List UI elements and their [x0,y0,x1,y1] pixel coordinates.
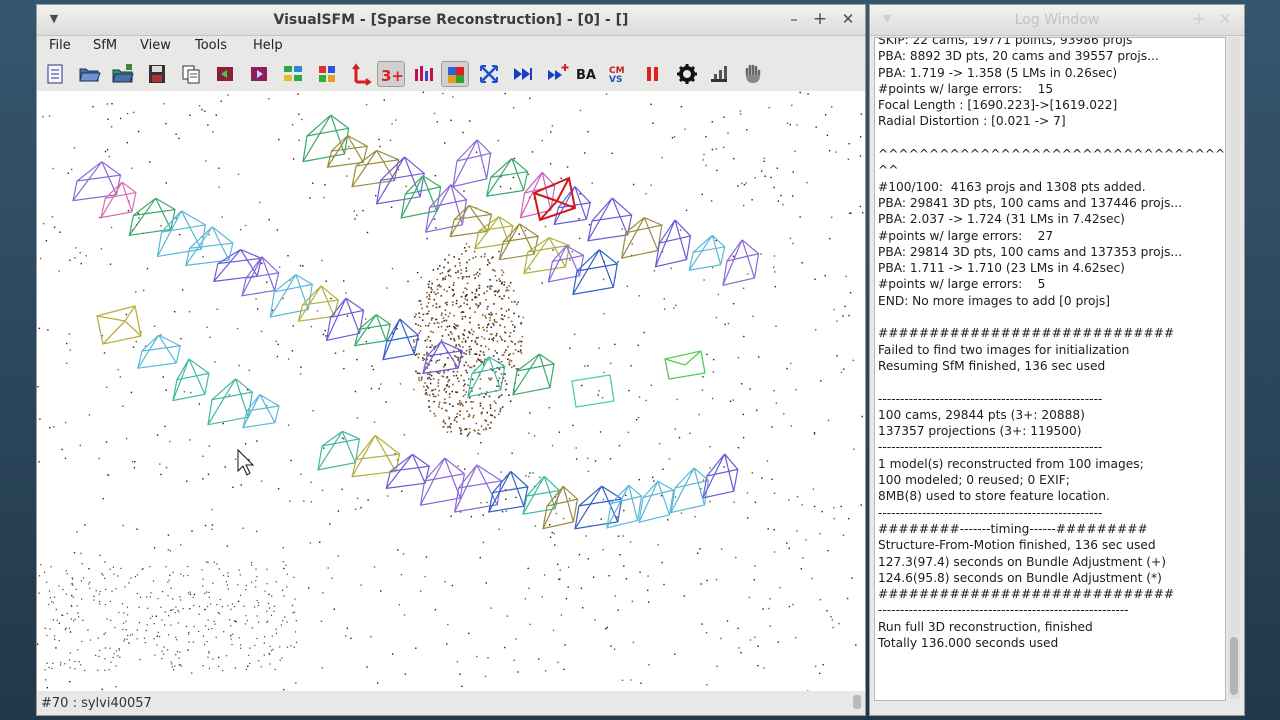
grid-icon[interactable] [314,61,340,87]
menu-help[interactable]: Help [253,38,283,53]
menu-bar: File SfM View Tools Help [37,35,865,59]
maximize-icon[interactable]: + [811,10,829,28]
cube-icon[interactable] [441,61,469,87]
status-grip [853,695,861,709]
log-line: Radial Distortion : [0.021 -> 7] [878,114,1066,129]
open-multi-folder-icon[interactable] [110,61,136,87]
log-line: Resuming SfM finished, 136 sec used [878,358,1106,373]
fast-forward-plus-icon[interactable] [544,61,570,87]
log-line: ----------------------------------------… [878,440,1103,455]
reconstruction-canvas[interactable] [37,91,865,691]
cross-arrows-icon[interactable] [476,61,502,87]
hand-icon[interactable] [740,61,766,87]
log-line: PBA: 1.711 -> 1.710 (23 LMs in 4.62sec) [878,261,1125,276]
log-line: PBA: 2.037 -> 1.724 (31 LMs in 7.42sec) [878,212,1125,227]
match-icon[interactable] [280,61,306,87]
log-line: PBA: 1.719 -> 1.358 (5 LMs in 0.26sec) [878,65,1118,80]
log-line: 137357 projections (3+: 119500) [878,424,1082,439]
log-line: ----------------------------------------… [878,391,1103,406]
log-maximize-icon[interactable]: + [1190,10,1208,28]
three-plus-icon[interactable]: 3+ [377,61,405,87]
log-line: ^^ [878,163,899,178]
log-line: END: No more images to add [0 projs] [878,293,1110,308]
notebook-icon[interactable] [42,61,68,87]
mouse-cursor-icon [237,448,255,476]
log-line: Structure-From-Motion finished, 136 sec … [878,538,1156,553]
log-line: 100 modeled; 0 reused; 0 EXIF; [878,473,1070,488]
open-folder-icon[interactable] [76,61,102,87]
menu-view[interactable]: View [140,38,171,53]
menu-sfm[interactable]: SfM [93,38,117,53]
log-line: #points w/ large errors: 15 [878,81,1054,96]
log-line: #points w/ large errors: 27 [878,228,1054,243]
visualsfm-window: ▼ VisualSFM - [Sparse Reconstruction] - … [36,4,866,716]
next-icon[interactable] [246,61,272,87]
log-scroll-thumb[interactable] [1230,637,1238,695]
log-line: 1 model(s) reconstructed from 100 images… [878,456,1144,471]
log-line: ########-------timing------######### [878,521,1148,536]
pause-icon[interactable] [640,61,666,87]
log-line: Focal Length : [1690.223]->[1619.022] [878,98,1118,113]
point-cloud-view[interactable] [37,91,865,691]
log-line: ----------------------------------------… [878,505,1103,520]
log-line: 8MB(8) used to store feature location. [878,489,1110,504]
prev-icon[interactable] [212,61,238,87]
log-line: ############################# [878,587,1175,602]
log-line: SKIP: 22 cams, 19771 points, 93986 projs [878,37,1133,47]
svg-text:BA: BA [576,68,596,83]
log-titlebar[interactable]: ▼ Log Window + ✕ [870,5,1244,36]
status-bar: #70 : sylvi40057 [37,693,865,715]
log-line: ^^^^^^^^^^^^^^^^^^^^^^^^^^^^^^^^^^^ [878,147,1226,162]
log-close-icon[interactable]: ✕ [1216,10,1234,28]
cmvs-icon[interactable]: CM VS [607,61,633,87]
window-title: VisualSFM - [Sparse Reconstruction] - [0… [273,12,629,28]
menu-file[interactable]: File [49,38,71,53]
log-line: 100 cams, 29844 pts (3+: 20888) [878,407,1085,422]
toolbar: 3+ BA CM VS [37,59,865,91]
point-cloud-points [37,91,864,691]
svg-text:VS: VS [609,75,622,85]
log-window-title: Log Window [1014,12,1100,28]
fast-forward-icon[interactable] [510,61,536,87]
log-line: #points w/ large errors: 5 [878,277,1046,292]
svg-text:3+: 3+ [381,67,404,85]
log-line: ----------------------------------------… [878,603,1129,618]
log-line: PBA: 29814 3D pts, 100 cams and 137353 p… [878,244,1182,259]
menu-tools[interactable]: Tools [195,38,227,53]
log-line: 127.3(97.4) seconds on Bundle Adjustment… [878,554,1167,569]
log-line: Totally 136.000 seconds used [878,635,1059,650]
log-line: #100/100: 4163 projs and 1308 pts added. [878,179,1146,194]
axis-icon[interactable] [348,61,374,87]
minimize-icon[interactable]: – [785,10,803,28]
log-line: Run full 3D reconstruction, finished [878,619,1093,634]
gear-icon[interactable] [674,61,700,87]
log-scrollbar[interactable] [1228,37,1240,699]
close-icon[interactable]: ✕ [839,10,857,28]
log-line: Failed to find two images for initializa… [878,342,1130,357]
status-text: #70 : sylvi40057 [41,696,152,711]
log-line: PBA: 8892 3D pts, 20 cams and 39557 proj… [878,49,1159,64]
camera-frustums [72,114,760,530]
ba-icon[interactable]: BA [574,61,602,87]
chart-icon[interactable] [706,61,732,87]
log-lines: SKIP: 22 cams, 19771 points, 93986 projs… [878,37,1226,651]
copy-icon[interactable] [178,61,204,87]
log-line: ############################# [878,326,1175,341]
bars-icon[interactable] [410,61,436,87]
main-titlebar[interactable]: ▼ VisualSFM - [Sparse Reconstruction] - … [37,5,865,36]
log-window: ▼ Log Window + ✕ SKIP: 22 cams, 19771 po… [869,4,1245,716]
log-text-area[interactable]: SKIP: 22 cams, 19771 points, 93986 projs… [874,37,1226,701]
log-line: 124.6(95.8) seconds on Bundle Adjustment… [878,570,1162,585]
save-icon[interactable] [144,61,170,87]
log-line: PBA: 29841 3D pts, 100 cams and 137446 p… [878,195,1182,210]
